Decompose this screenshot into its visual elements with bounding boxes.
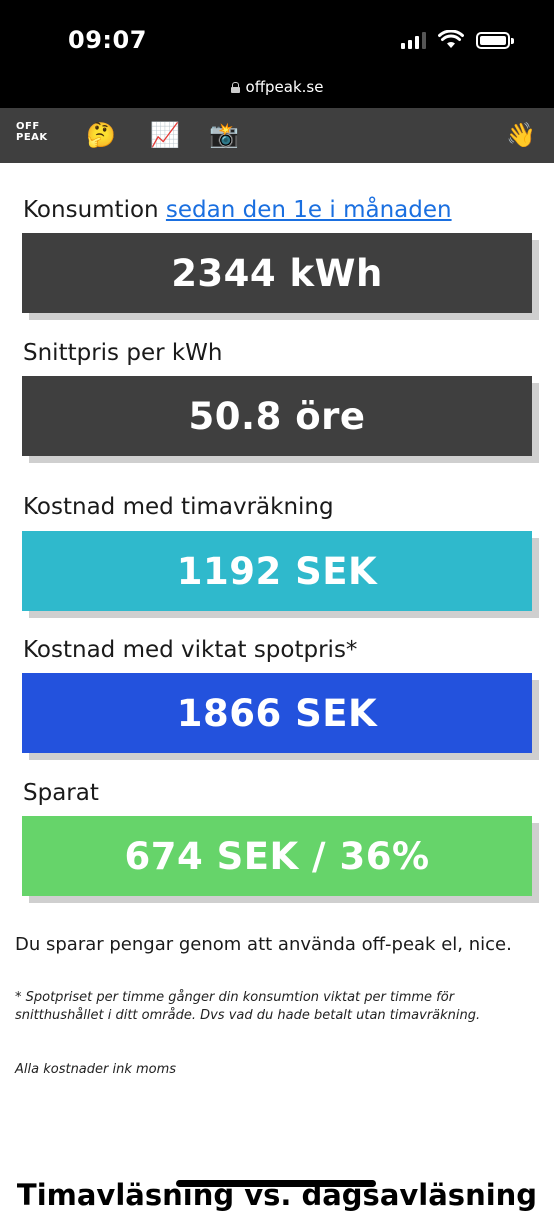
- spot-cost-value-box: 1866 SEK: [22, 673, 532, 753]
- saved-value: 674 SEK / 36%: [124, 834, 430, 878]
- offpeak-logo[interactable]: OFF PEAK: [16, 121, 48, 143]
- spot-price-footnote: * Spotpriset per timme gånger din konsum…: [15, 990, 481, 1023]
- since-month-start-link[interactable]: sedan den 1e i månaden: [166, 197, 452, 223]
- wifi-icon: [438, 30, 464, 48]
- home-indicator: [176, 1180, 376, 1187]
- hourly-cost-value-box: 1192 SEK: [22, 531, 532, 611]
- hourly-cost-value: 1192 SEK: [176, 549, 378, 593]
- camera-flash-icon[interactable]: 📸: [209, 120, 239, 150]
- chart-increasing-icon[interactable]: 📈: [150, 120, 180, 150]
- consumption-label: Konsumtion sedan den 1e i månaden: [23, 197, 452, 223]
- thinking-face-icon[interactable]: 🤔: [86, 120, 116, 150]
- avg-price-value-box: 50.8 öre: [22, 376, 532, 456]
- spot-cost-label: Kostnad med viktat spotpris*: [23, 637, 358, 663]
- consumption-value-box: 2344 kWh: [22, 233, 532, 313]
- app-nav: OFF PEAK 🤔 📈 📸 👋: [0, 108, 554, 163]
- consumption-value: 2344 kWh: [171, 251, 383, 295]
- savings-message: Du sparar pengar genom att använda off-p…: [15, 934, 512, 955]
- battery-icon: [476, 32, 514, 49]
- vat-note: Alla kostnader ink moms: [15, 1062, 177, 1077]
- saved-value-box: 674 SEK / 36%: [22, 816, 532, 896]
- url-text: offpeak.se: [245, 78, 324, 96]
- hourly-cost-label: Kostnad med timavräkning: [23, 494, 334, 520]
- cellular-signal-icon: [401, 31, 426, 49]
- avg-price-value: 50.8 öre: [188, 394, 366, 438]
- spot-cost-value: 1866 SEK: [176, 691, 378, 735]
- lock-icon: [230, 81, 240, 93]
- waving-hand-icon[interactable]: 👋: [506, 120, 536, 150]
- avg-price-label: Snittpris per kWh: [23, 340, 223, 366]
- status-time: 09:07: [68, 26, 147, 54]
- saved-label: Sparat: [23, 780, 99, 806]
- status-bar: 09:07: [0, 0, 554, 74]
- browser-url-bar[interactable]: offpeak.se: [0, 74, 554, 108]
- status-icons: [401, 30, 514, 49]
